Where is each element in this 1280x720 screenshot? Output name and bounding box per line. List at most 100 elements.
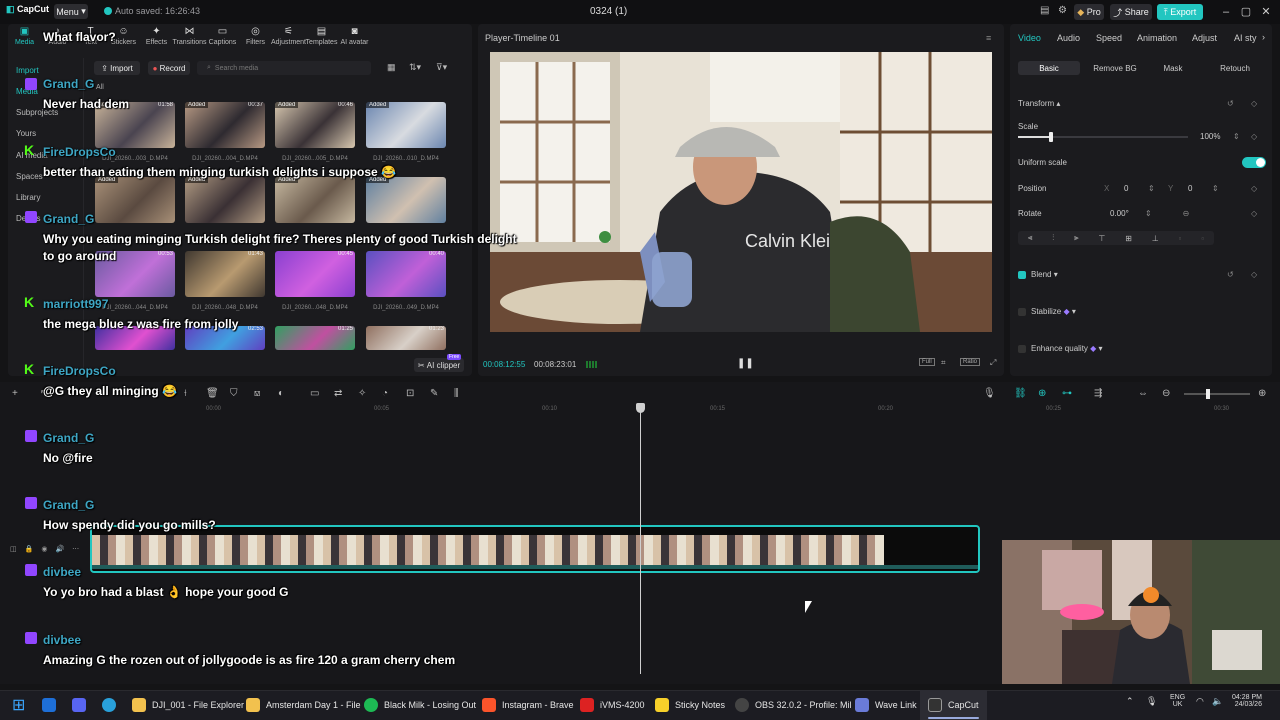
input-language[interactable]: ENG UK [1170,694,1185,708]
freeze-icon[interactable]: ▭ [310,388,319,399]
media-thumbnail[interactable]: 01:23 [366,326,446,350]
magnet-icon[interactable]: ⊕ [1038,388,1046,399]
stepper-icon[interactable]: ⇕ [1148,184,1155,193]
taskbar-discord[interactable] [72,690,92,720]
player-menu-icon[interactable]: ≡ [986,33,991,43]
search-input[interactable]: ⌕ Search media [197,61,371,75]
delete-icon[interactable]: 🗑 [206,388,219,399]
media-thumbnail[interactable]: Added 00:37 [185,102,265,148]
align-extra-icon[interactable]: ▫ [1201,234,1204,243]
taskbar-item[interactable]: Black Milk - Losing Out [364,690,476,720]
frame-icon[interactable]: ⊡ [406,388,414,399]
microphone-icon[interactable]: 🎙 [983,388,996,399]
media-thumbnail[interactable]: 00:40 [366,251,446,297]
tool-templates[interactable]: ▤ Templates [305,26,338,52]
enhance-label[interactable]: Enhance quality ◆ ▾ [1031,344,1103,353]
taskbar-browser[interactable] [42,690,62,720]
subtab-mask[interactable]: Mask [1142,61,1204,75]
tool-ai-avatar[interactable]: ◙ AI avatar [338,26,371,52]
tool-adjustment[interactable]: ⚟ Adjustment [271,26,306,52]
tray-mic-icon[interactable]: 🎙 [1146,696,1157,707]
taskbar-item[interactable]: Instagram - Brave [482,690,574,720]
subtab-remove-bg[interactable]: Remove BG [1084,61,1146,75]
reset-icon[interactable]: ↺ [1227,99,1234,108]
tab-audio[interactable]: Audio [1057,33,1080,43]
tool-filters[interactable]: ◎ Filters [239,26,272,52]
blend-checkbox[interactable] [1018,271,1026,279]
keyframe-icon[interactable]: ◇ [1251,184,1257,193]
mute-icon[interactable]: 🔊 [55,545,64,553]
zoom-out-icon[interactable]: ⊖ [1162,388,1170,399]
scale-slider-handle[interactable] [1048,132,1053,142]
taskbar-item[interactable]: CapCut [920,690,987,720]
chevron-right-icon[interactable]: › [1262,32,1265,42]
close-icon[interactable]: ✕ [1258,4,1274,20]
position-y-input[interactable]: 0 [1188,184,1192,193]
tab-video[interactable]: Video [1018,33,1041,43]
add-track-icon[interactable]: + [12,388,18,399]
media-filter-all[interactable]: All [96,84,104,91]
media-thumbnail[interactable]: 01:25 [275,326,355,350]
export-button[interactable]: ⤒ Export [1157,4,1203,20]
align-right-icon[interactable]: ⫸ [1074,233,1079,243]
track-lock-icon[interactable]: ◫ [10,545,17,553]
taskbar-item[interactable]: Sticky Notes [655,690,725,720]
pro-button[interactable]: ◆ Pro [1074,4,1104,20]
taskbar-item[interactable]: Wave Link [855,690,917,720]
layout-icon[interactable]: ▤ [1040,5,1049,16]
uniform-scale-toggle[interactable] [1242,157,1266,168]
keyframe-icon[interactable]: ◇ [1251,132,1257,141]
align-center-icon[interactable]: ⫶ [1052,233,1054,243]
keyframe-icon[interactable]: ◇ [1251,99,1257,108]
enhance-checkbox[interactable] [1018,345,1026,353]
tab-ai-style[interactable]: AI sty [1234,33,1257,43]
ratio-button[interactable]: Ratio [960,358,981,366]
import-button[interactable]: ⇪ Import [94,61,140,75]
marker-icon[interactable]: ⛉ [230,388,238,399]
snap-icon[interactable]: ⊶ [1062,388,1072,399]
taskbar-item[interactable]: iVMS-4200 [580,690,645,720]
crop-icon[interactable]: ⟏ [254,388,260,399]
subtab-retouch[interactable]: Retouch [1204,61,1266,75]
blend-label[interactable]: Blend ▾ [1031,270,1058,279]
align-extra-icon[interactable]: ▫ [1179,234,1182,243]
stepper-icon[interactable]: ⇕ [1212,184,1219,193]
media-thumbnail[interactable]: Added [185,177,265,223]
wifi-icon[interactable]: ◠ [1196,696,1204,707]
media-thumbnail[interactable]: Added 00:46 [275,102,355,148]
filter-icon[interactable]: ⊽▾ [436,62,447,73]
taskbar-telegram[interactable] [102,690,122,720]
subtab-basic[interactable]: Basic [1018,61,1080,75]
zoom-in-icon[interactable]: ⊕ [1258,388,1266,399]
keyframe-icon[interactable]: ◇ [1251,209,1257,218]
record-button[interactable]: ● Record [148,61,190,75]
share-button[interactable]: ⤴ Share [1110,4,1152,20]
zoom-slider-handle[interactable] [1206,389,1210,399]
stepper-icon[interactable]: ⇕ [1233,132,1240,141]
eye-icon[interactable]: ◉ [41,545,47,553]
media-thumbnail[interactable]: Added [95,177,175,223]
tab-animation[interactable]: Animation [1137,33,1177,43]
taskbar-item[interactable]: OBS 32.0.2 - Profile: Mil [735,690,852,720]
split-icon[interactable]: ⟊ [184,388,187,399]
video-clip[interactable] [90,525,980,573]
fullscreen-icon[interactable]: ⤢ [990,358,996,368]
sidebar-item-yours[interactable]: Yours [16,129,86,138]
grid-view-icon[interactable]: ▦ [387,62,396,73]
lock-icon[interactable]: 🔒 [25,545,34,553]
scale-value[interactable]: 100% [1200,132,1220,141]
ai-tool-icon[interactable]: ✧ [358,388,366,399]
media-thumbnail[interactable]: Added [366,102,446,148]
reverse-icon[interactable]: ⇄ [334,388,342,399]
rotate-dial-icon[interactable]: ⊖ [1180,209,1192,218]
maximize-icon[interactable]: ▢ [1238,4,1254,20]
volume-icon[interactable]: 🔈 [1212,696,1223,707]
align-top-icon[interactable]: ⊤ [1098,234,1105,243]
reset-icon[interactable]: ↺ [1227,270,1234,279]
playhead-handle[interactable] [636,403,645,413]
stepper-icon[interactable]: ⇕ [1145,209,1152,218]
sort-icon[interactable]: ⇅▾ [409,62,421,73]
preview-axis-icon[interactable]: ⇶ [1094,388,1102,399]
clock[interactable]: 04:28 PM 24/03/26 [1232,694,1262,708]
playhead[interactable] [640,404,641,674]
